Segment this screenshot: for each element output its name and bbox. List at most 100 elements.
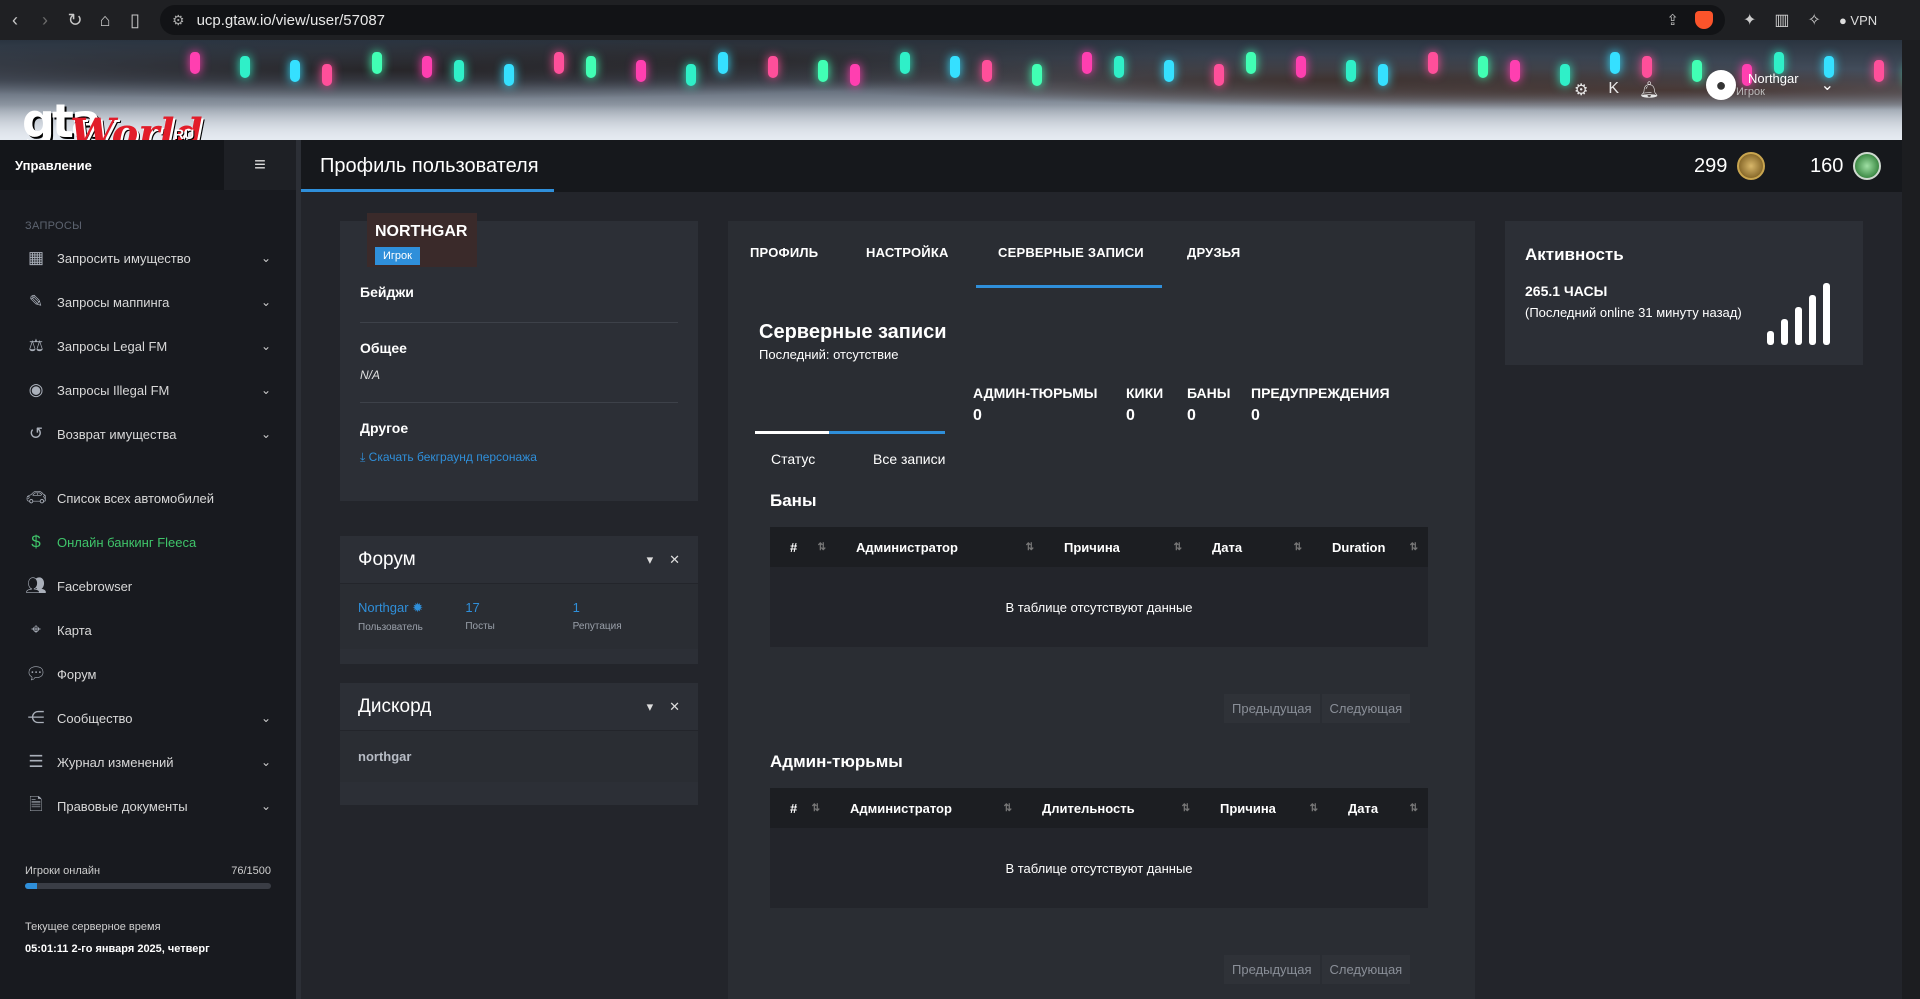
light-bulb bbox=[372, 52, 382, 74]
download-link-text: Скачать бекграунд персонажа bbox=[368, 450, 537, 464]
extensions-icon[interactable]: ✦ bbox=[1743, 10, 1756, 30]
brush-icon: ✎ bbox=[28, 292, 44, 311]
sort-icon: ⇅ bbox=[811, 802, 820, 814]
table-empty-message: В таблице отсутствуют данные bbox=[1005, 599, 1193, 615]
scales-icon: ⚖ bbox=[28, 336, 44, 355]
k-icon[interactable]: K bbox=[1608, 80, 1619, 100]
column-header[interactable]: Дата ⇅ bbox=[1328, 788, 1428, 828]
column-header[interactable]: Длительность ⇅ bbox=[1022, 788, 1200, 828]
tab-friends[interactable]: ДРУЗЬЯ bbox=[1187, 245, 1240, 260]
column-label: Причина bbox=[1064, 539, 1120, 555]
subtab-all-records[interactable]: Все записи bbox=[873, 451, 945, 467]
site-logo[interactable]: gta World RU bbox=[22, 92, 203, 140]
user-menu[interactable]: ● Northgar Игрок ⌄ bbox=[1706, 70, 1834, 100]
stat-value: 0 bbox=[1187, 407, 1196, 424]
gear-icon: ✹ bbox=[412, 600, 424, 615]
sidebar-item-label: Журнал изменений bbox=[57, 754, 174, 770]
column-header[interactable]: # ⇅ bbox=[770, 788, 830, 828]
settings-icon[interactable]: ⚙ bbox=[1574, 80, 1588, 100]
tab-profile[interactable]: ПРОФИЛЬ bbox=[750, 245, 818, 260]
vpn-button[interactable]: ● VPN bbox=[1839, 13, 1877, 28]
jails-pagination: Предыдущая Следующая bbox=[1224, 955, 1411, 984]
chevron-down-icon[interactable]: ⌄ bbox=[1821, 75, 1834, 95]
forum-posts-value[interactable]: 17 bbox=[465, 600, 572, 615]
forum-posts-label: Посты bbox=[465, 621, 495, 632]
sidebar-item-map[interactable]: ⌖ Карта bbox=[0, 608, 296, 652]
stat-admin-jails: АДМИН-ТЮРЬМЫ 0 bbox=[973, 385, 1098, 425]
tab-server-records[interactable]: СЕРВЕРНЫЕ ЗАПИСИ bbox=[998, 245, 1144, 260]
previous-page-button[interactable]: Предыдущая bbox=[1224, 694, 1320, 723]
sidebar-toggle-icon[interactable]: ▥ bbox=[1774, 10, 1789, 30]
download-icon: ⤓ bbox=[360, 450, 366, 464]
forum-user-label: Пользователь bbox=[358, 622, 423, 633]
column-header[interactable]: Дата ⇅ bbox=[1192, 527, 1312, 567]
sidebar-item-illegal-fm[interactable]: ◉ Запросы Illegal FM ⌄ bbox=[0, 368, 296, 412]
sidebar-item-fleeca-banking[interactable]: $ Онлайн банкинг Fleeca bbox=[0, 520, 296, 564]
column-header[interactable]: Причина ⇅ bbox=[1200, 788, 1328, 828]
column-header[interactable]: Администратор ⇅ bbox=[830, 788, 1022, 828]
previous-page-button[interactable]: Предыдущая bbox=[1224, 955, 1320, 984]
bans-pagination: Предыдущая Следующая bbox=[1224, 694, 1411, 723]
column-header[interactable]: Причина ⇅ bbox=[1044, 527, 1192, 567]
activity-title: Активность bbox=[1525, 245, 1624, 264]
profile-name: NORTHGAR bbox=[375, 223, 468, 240]
sidebar-item-legal-docs[interactable]: 🗎︎ Правовые документы ⌄ bbox=[0, 784, 296, 828]
logo-ru-text: RU bbox=[174, 126, 195, 140]
column-label: Дата bbox=[1348, 800, 1379, 816]
scrollbar[interactable] bbox=[1902, 40, 1920, 999]
home-icon[interactable]: ⌂ bbox=[90, 5, 120, 35]
address-bar[interactable]: ⚙ ucp.gtaw.io/view/user/57087 ⇪ bbox=[160, 5, 1725, 35]
activity-hours: 265.1 ЧАСЫ bbox=[1525, 283, 1608, 299]
sidebar-item-cars[interactable]: 🚗︎ Список всех автомобилей bbox=[0, 476, 296, 520]
download-background-link[interactable]: ⤓ Скачать бекграунд персонажа bbox=[360, 450, 678, 465]
collapse-icon[interactable]: ▾ bbox=[647, 552, 654, 568]
next-page-button[interactable]: Следующая bbox=[1321, 955, 1411, 984]
sidebar-item-community[interactable]: ⋲ Сообщество ⌄ bbox=[0, 696, 296, 740]
profile-card: NORTHGAR Игрок Бейджи Общее N/A Другое ⤓… bbox=[340, 213, 698, 501]
sidebar-item-facebrowser[interactable]: 👥︎ Facebrowser bbox=[0, 564, 296, 608]
user-name: Northgar bbox=[1748, 71, 1799, 86]
light-bulb bbox=[240, 56, 250, 78]
forum-rep-value[interactable]: 1 bbox=[573, 600, 680, 615]
next-page-button[interactable]: Следующая bbox=[1321, 694, 1411, 723]
sort-icon: ⇅ bbox=[1173, 541, 1182, 553]
share-icon[interactable]: ⇪ bbox=[1666, 11, 1679, 29]
collapse-icon[interactable]: ▾ bbox=[647, 699, 654, 715]
forward-icon[interactable]: › bbox=[30, 5, 60, 35]
brave-shield-icon[interactable] bbox=[1695, 11, 1713, 29]
tab-settings[interactable]: НАСТРОЙКА bbox=[866, 245, 949, 260]
column-header[interactable]: Администратор ⇅ bbox=[836, 527, 1044, 567]
sidebar-item-label: Facebrowser bbox=[57, 578, 133, 594]
sidebar-item-forum[interactable]: 💬︎ Форум bbox=[0, 652, 296, 696]
leo-ai-icon[interactable]: ✧ bbox=[1808, 10, 1821, 30]
column-header[interactable]: # ⇅ bbox=[770, 527, 836, 567]
close-icon[interactable]: ✕ bbox=[669, 552, 680, 568]
forum-user-link[interactable]: Northgar ✹ bbox=[358, 600, 465, 616]
sidebar-item-mapping-requests[interactable]: ✎ Запросы маппинга ⌄ bbox=[0, 280, 296, 324]
sort-icon: ⇅ bbox=[1025, 541, 1034, 553]
close-icon[interactable]: ✕ bbox=[669, 699, 680, 715]
sidebar-item-label: Онлайн банкинг Fleeca bbox=[57, 534, 197, 550]
back-icon[interactable]: ‹ bbox=[0, 5, 30, 35]
light-bulb bbox=[768, 56, 778, 78]
sidebar-item-property-return[interactable]: ↺ Возврат имущества ⌄ bbox=[0, 412, 296, 456]
page-header: Профиль пользователя 299 160 bbox=[301, 140, 1902, 192]
forum-title: Форум bbox=[358, 548, 416, 570]
reload-icon[interactable]: ↻ bbox=[60, 5, 90, 35]
subtab-status[interactable]: Статус bbox=[771, 451, 815, 467]
green-coin-icon bbox=[1853, 152, 1882, 180]
bell-icon[interactable]: 🔔︎ bbox=[1639, 80, 1659, 100]
sort-icon: ⇅ bbox=[1409, 802, 1418, 814]
sidebar-item-legal-fm[interactable]: ⚖ Запросы Legal FM ⌄ bbox=[0, 324, 296, 368]
light-bulb bbox=[850, 64, 860, 86]
url-text[interactable]: ucp.gtaw.io/view/user/57087 bbox=[197, 12, 385, 29]
sidebar-item-request-property[interactable]: ▦ Запросить имущество ⌄ bbox=[0, 236, 296, 280]
sidebar-item-changelog[interactable]: ☰ Журнал изменений ⌄ bbox=[0, 740, 296, 784]
column-header[interactable]: Duration ⇅ bbox=[1312, 527, 1428, 567]
site-info-icon[interactable]: ⚙ bbox=[172, 12, 185, 29]
user-avatar-icon: ● bbox=[1706, 70, 1736, 100]
bookmark-icon[interactable]: ▯ bbox=[120, 5, 150, 35]
chevron-down-icon: ⌄ bbox=[260, 251, 271, 265]
signal-bar bbox=[1795, 307, 1802, 345]
hamburger-icon[interactable]: ≡ bbox=[224, 140, 296, 190]
